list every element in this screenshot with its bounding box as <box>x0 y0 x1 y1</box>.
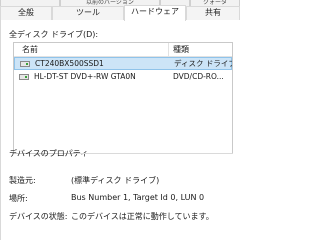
drive-name: HL-DT-ST DVD+-RW GTA0N <box>34 72 136 81</box>
drive-name: CT240BX500SSD1 <box>35 59 104 68</box>
drive-row-ssd[interactable]: CT240BX500SSD1 ディスク ドライブ <box>14 57 232 70</box>
tab-sharing[interactable]: 共有 <box>186 6 240 20</box>
drive-list-header: 名前 種類 <box>14 43 232 57</box>
tab-tools[interactable]: ツール <box>52 6 124 20</box>
hardware-pane: 全ディスク ドライブ(D): 名前 種類 CT240BX500SSD1 ディスク… <box>0 20 240 240</box>
device-status-value: このデバイスは正常に動作しています。 <box>71 212 214 221</box>
drive-type: ディスク ドライブ <box>174 59 232 68</box>
drive-row-dvd[interactable]: HL-DT-ST DVD+-RW GTA0N DVD/CD-RO... <box>14 71 232 84</box>
tab-general[interactable]: 全般 <box>0 6 52 20</box>
column-separator[interactable] <box>168 43 169 57</box>
manufacturer-value: (標準ディスク ドライブ) <box>71 176 160 185</box>
disk-drives-label: 全ディスク ドライブ(D): <box>9 30 99 39</box>
tab-strip: 全般 ツール ハードウェア 共有 <box>0 5 240 21</box>
location-value: Bus Number 1, Target Id 0, LUN 0 <box>71 193 205 202</box>
drive-list[interactable]: 名前 種類 CT240BX500SSD1 ディスク ドライブ HL-DT-ST … <box>13 42 233 154</box>
drive-type: DVD/CD-RO... <box>173 72 224 81</box>
column-header-name[interactable]: 名前 <box>22 44 38 56</box>
device-status-label: デバイスの状態: <box>9 212 68 221</box>
manufacturer-label: 製造元: <box>9 176 36 185</box>
optical-drive-icon <box>19 74 29 80</box>
column-header-type[interactable]: 種類 <box>173 44 189 56</box>
hard-drive-icon <box>20 61 30 67</box>
location-label: 場所: <box>9 194 28 203</box>
tab-hardware[interactable]: ハードウェア <box>124 5 186 21</box>
divider <box>75 153 233 154</box>
